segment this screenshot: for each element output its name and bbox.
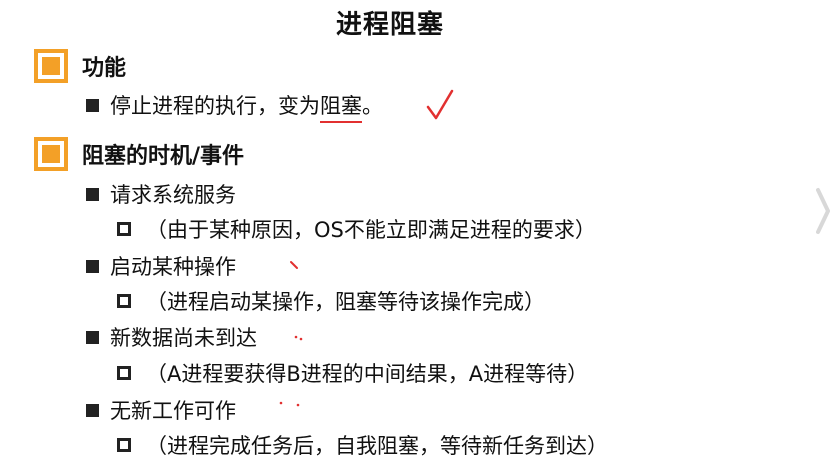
hollow-square-bullet-icon: [117, 438, 131, 452]
sub-item-data-not-arrived: （A进程要获得B进程的中间结果，A进程等待）: [117, 358, 588, 388]
list-item-start-operation: 启动某种操作: [86, 251, 236, 281]
list-item-text: 请求系统服务: [110, 183, 236, 207]
filled-square-bullet-icon: [86, 98, 99, 112]
hollow-square-bullet-icon: [117, 294, 131, 308]
sub-item-text: （进程完成任务后，自我阻塞，等待新任务到达）: [146, 434, 608, 458]
sub-item-text: （进程启动某操作，阻塞等待该操作完成）: [146, 290, 545, 314]
section-blocking-events: 阻塞的时机/事件: [34, 137, 244, 171]
hollow-square-bullet-icon: [117, 366, 131, 380]
sub-item-request-service: （由于某种原因，OS不能立即满足进程的要求）: [117, 214, 596, 244]
function-item: 停止进程的执行，变为阻塞。: [86, 90, 383, 123]
section-label-blocking-events: 阻塞的时机/事件: [82, 144, 245, 169]
filled-square-bullet-icon: [86, 403, 99, 417]
sub-item-no-new-work: （进程完成任务后，自我阻塞，等待新任务到达）: [117, 430, 608, 460]
function-item-text: 停止进程的执行，变为阻塞。: [110, 90, 383, 123]
marked-term-blocked: 阻塞: [320, 90, 362, 123]
filled-square-bullet-icon: [86, 187, 99, 201]
section-label-function: 功能: [82, 56, 127, 81]
slide-title: 进程阻塞: [335, 10, 444, 40]
section-function: 功能: [34, 49, 126, 83]
next-arrow-icon: [816, 188, 830, 234]
red-dot: [279, 401, 283, 405]
list-item-data-not-arrived: 新数据尚未到达: [86, 322, 257, 352]
hollow-square-bullet-icon: [117, 222, 131, 236]
sub-item-text: （由于某种原因，OS不能立即满足进程的要求）: [146, 218, 596, 242]
sub-item-text: （A进程要获得B进程的中间结果，A进程等待）: [146, 362, 589, 386]
red-checkmark-icon: [426, 89, 454, 120]
sub-item-start-operation: （进程启动某操作，阻塞等待该操作完成）: [117, 286, 545, 316]
red-dot: [296, 403, 300, 407]
filled-square-bullet-icon: [86, 330, 99, 344]
list-item-text: 新数据尚未到达: [110, 326, 257, 350]
list-item-request-service: 请求系统服务: [86, 179, 236, 209]
slide: 进程阻塞 功能 停止进程的执行，变为阻塞。 阻塞的时机/事件 请求系统服务 （由…: [0, 0, 830, 458]
filled-square-bullet-icon: [86, 259, 99, 273]
list-item-no-new-work: 无新工作可作: [86, 395, 236, 425]
red-dot: [294, 335, 298, 339]
red-dot: [299, 337, 303, 341]
orange-square-icon: [34, 137, 68, 171]
list-item-text: 启动某种操作: [110, 255, 236, 279]
red-tick-mark: [290, 261, 298, 269]
orange-square-icon: [34, 49, 68, 83]
list-item-text: 无新工作可作: [110, 399, 236, 423]
